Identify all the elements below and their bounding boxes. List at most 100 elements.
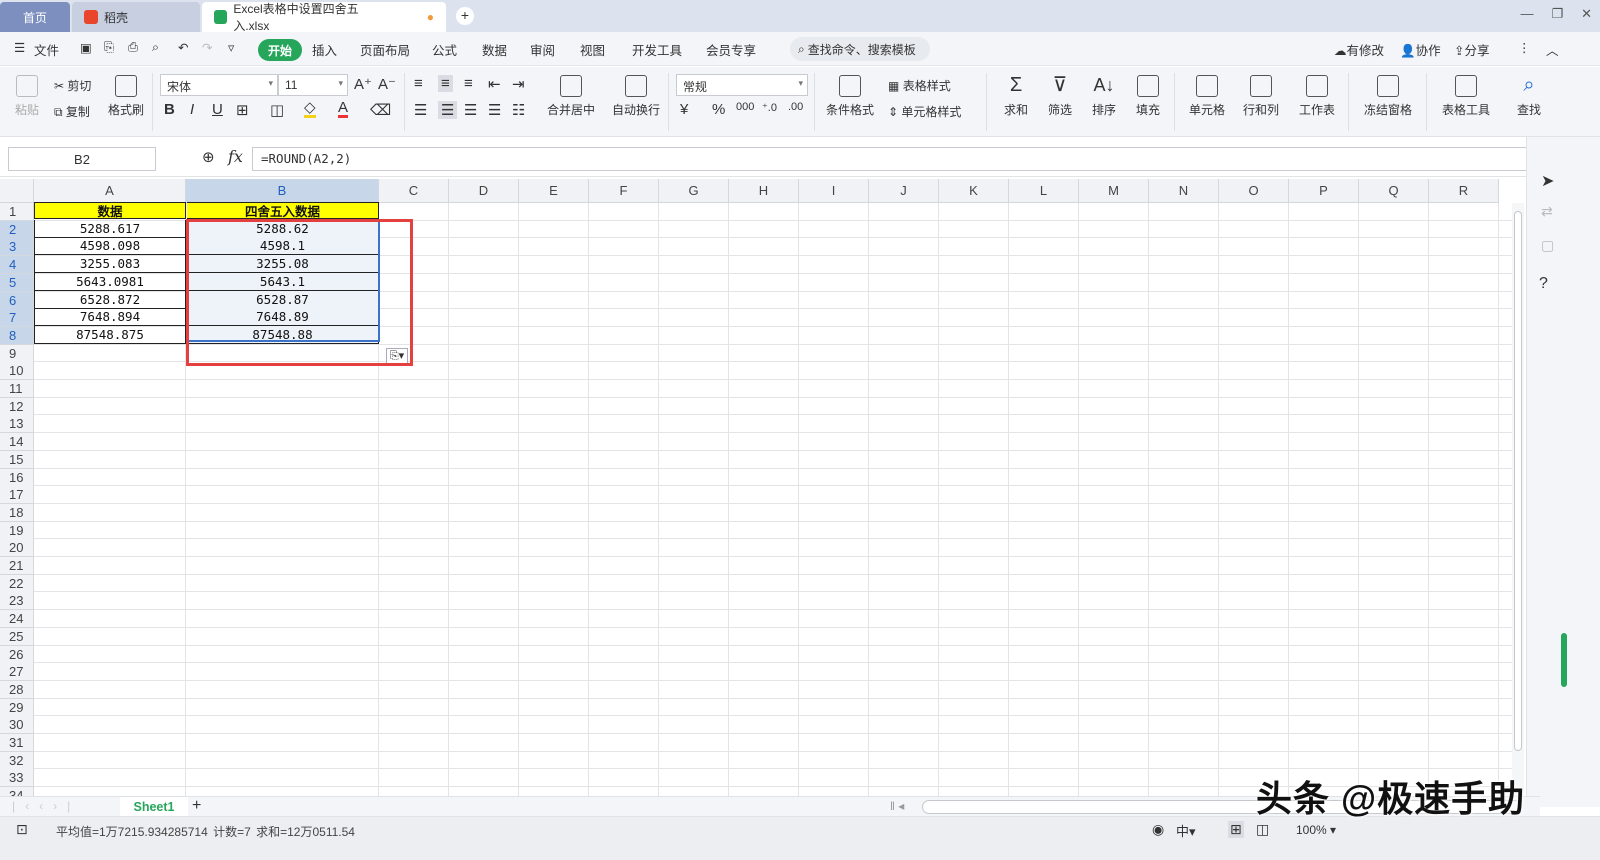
column-header-p[interactable]: P bbox=[1289, 179, 1359, 203]
column-header-a[interactable]: A bbox=[34, 179, 186, 203]
tab-home[interactable]: 首页 bbox=[0, 2, 70, 32]
cell-a8[interactable]: 87548.875 bbox=[34, 325, 186, 344]
row-header[interactable]: 19 bbox=[0, 521, 34, 540]
table-style-button[interactable]: ▦ 表格样式 bbox=[888, 77, 951, 94]
font-name-select[interactable]: 宋体 bbox=[160, 74, 278, 96]
column-header-o[interactable]: O bbox=[1219, 179, 1289, 203]
align-center-icon[interactable]: ☰ bbox=[438, 101, 458, 119]
row-header[interactable]: 25 bbox=[0, 627, 34, 646]
worksheet-button[interactable]: 工作表 bbox=[1294, 75, 1340, 118]
column-header-q[interactable]: Q bbox=[1359, 179, 1429, 203]
row-header[interactable]: 26 bbox=[0, 645, 34, 664]
column-header-c[interactable]: C bbox=[379, 179, 449, 203]
italic-icon[interactable]: I bbox=[190, 101, 194, 118]
menu-start[interactable]: 开始 bbox=[258, 39, 302, 61]
vertical-scroll-thumb[interactable] bbox=[1514, 211, 1522, 751]
menu-view[interactable]: 视图 bbox=[580, 40, 605, 59]
print-icon[interactable]: ⎙ bbox=[128, 40, 138, 55]
cell-a1[interactable]: 数据 bbox=[34, 202, 186, 219]
menu-file[interactable]: 文件 bbox=[34, 40, 59, 59]
copy-button[interactable]: ⧉ 复制 bbox=[54, 103, 90, 120]
column-header-f[interactable]: F bbox=[589, 179, 659, 203]
cell-a4[interactable]: 3255.083 bbox=[34, 255, 186, 274]
cell-style-button[interactable]: ⇕ 单元格样式 bbox=[888, 103, 961, 120]
column-header-i[interactable]: I bbox=[799, 179, 869, 203]
share-button[interactable]: ⇪分享 bbox=[1454, 40, 1490, 59]
menu-formulas[interactable]: 公式 bbox=[432, 40, 457, 59]
bold-icon[interactable]: B bbox=[164, 101, 175, 118]
cell-a7[interactable]: 7648.894 bbox=[34, 308, 186, 327]
page-view-icon[interactable]: ◫ bbox=[1256, 821, 1269, 838]
cell-a3[interactable]: 4598.098 bbox=[34, 237, 186, 256]
justify-icon[interactable]: ☰ bbox=[488, 101, 501, 119]
table-tools-button[interactable]: 表格工具 bbox=[1436, 75, 1496, 118]
collapse-ribbon-icon[interactable]: ︿ bbox=[1546, 40, 1559, 59]
row-header[interactable]: 4 bbox=[0, 256, 34, 275]
row-header[interactable]: 14 bbox=[0, 433, 34, 452]
menu-data[interactable]: 数据 bbox=[482, 40, 507, 59]
font-color-icon[interactable]: A bbox=[338, 100, 349, 118]
increase-decimal-icon[interactable]: ⁺.0 bbox=[762, 101, 777, 114]
cell-a5[interactable]: 5643.0981 bbox=[34, 272, 186, 291]
tab-wps[interactable]: 稻壳 bbox=[72, 2, 200, 32]
has-changes-button[interactable]: ☁有修改 bbox=[1334, 40, 1384, 59]
close-icon[interactable]: ✕ bbox=[1581, 6, 1592, 22]
quick-access-more-icon[interactable]: ▿ bbox=[228, 40, 234, 55]
new-tab-icon[interactable]: + bbox=[456, 7, 474, 25]
column-header-j[interactable]: J bbox=[869, 179, 939, 203]
print-preview-icon[interactable]: ⌕ bbox=[152, 40, 159, 55]
column-header-k[interactable]: K bbox=[939, 179, 1009, 203]
menu-page-layout[interactable]: 页面布局 bbox=[360, 40, 410, 59]
row-header[interactable]: 27 bbox=[0, 663, 34, 682]
name-box[interactable]: B2 bbox=[8, 147, 156, 171]
format-painter-button[interactable]: 格式刷 bbox=[106, 75, 146, 118]
select-pointer-icon[interactable]: ➤ bbox=[1541, 171, 1554, 191]
cell-button[interactable]: 单元格 bbox=[1184, 75, 1230, 118]
align-left-icon[interactable]: ☰ bbox=[414, 101, 427, 119]
row-header[interactable]: 5 bbox=[0, 273, 34, 292]
cell-a2[interactable]: 5288.617 bbox=[34, 219, 186, 238]
fill-color-icon[interactable]: ◇ bbox=[304, 100, 316, 118]
row-header[interactable]: 6 bbox=[0, 291, 34, 310]
row-header[interactable]: 8 bbox=[0, 326, 34, 345]
collaborate-button[interactable]: 👤协作 bbox=[1400, 40, 1441, 59]
hamburger-icon[interactable]: ☰ bbox=[14, 40, 25, 55]
font-grow-icon[interactable]: A⁺ bbox=[354, 75, 372, 93]
decrease-decimal-icon[interactable]: .00 bbox=[788, 101, 803, 113]
row-header[interactable]: 21 bbox=[0, 557, 34, 575]
menu-insert[interactable]: 插入 bbox=[312, 40, 337, 59]
row-header[interactable]: 9 bbox=[0, 344, 34, 363]
sheet-tab-sheet1[interactable]: Sheet1 bbox=[120, 797, 188, 817]
row-header[interactable]: 10 bbox=[0, 362, 34, 381]
fx-icon[interactable]: fx bbox=[228, 147, 243, 166]
clear-format-icon[interactable]: ⌫ bbox=[370, 101, 391, 119]
filter-button[interactable]: ⊽ 筛选 bbox=[1042, 75, 1078, 118]
row-header[interactable]: 17 bbox=[0, 486, 34, 505]
eye-protection-icon[interactable]: ◉ bbox=[1152, 821, 1164, 838]
cut-button[interactable]: ✂ 剪切 bbox=[54, 77, 91, 94]
row-header[interactable]: 29 bbox=[0, 698, 34, 717]
macro-icon[interactable]: ⊡ bbox=[16, 821, 28, 838]
save-icon[interactable]: ▣ bbox=[80, 40, 92, 55]
sum-button[interactable]: Σ 求和 bbox=[998, 75, 1034, 118]
paste-button[interactable]: 粘贴 bbox=[10, 75, 44, 118]
cell-b1[interactable]: 四舍五入数据 bbox=[187, 202, 379, 219]
green-side-handle[interactable] bbox=[1561, 633, 1567, 687]
row-header[interactable]: 32 bbox=[0, 751, 34, 770]
tab-file[interactable]: Excel表格中设置四舍五入.xlsx ● bbox=[202, 2, 446, 33]
export-icon[interactable]: ⎘ bbox=[104, 40, 114, 55]
find-button[interactable]: ⌕ 查找 bbox=[1512, 75, 1546, 118]
row-header[interactable]: 13 bbox=[0, 415, 34, 434]
row-header[interactable]: 12 bbox=[0, 397, 34, 416]
column-header-n[interactable]: N bbox=[1149, 179, 1219, 203]
normal-view-icon[interactable]: ⊞ bbox=[1228, 821, 1244, 838]
row-header[interactable]: 1 bbox=[0, 203, 34, 221]
command-search[interactable]: ⌕ 查找命令、搜索模板 bbox=[790, 37, 930, 61]
underline-icon[interactable]: U bbox=[212, 101, 223, 118]
fill-button[interactable]: 填充 bbox=[1130, 75, 1166, 118]
column-header-h[interactable]: H bbox=[729, 179, 799, 203]
sidebar-frame-icon[interactable]: ▢ bbox=[1541, 237, 1554, 254]
row-header[interactable]: 24 bbox=[0, 610, 34, 629]
menu-member[interactable]: 会员专享 bbox=[706, 40, 756, 59]
font-size-select[interactable]: 11 bbox=[278, 74, 348, 96]
